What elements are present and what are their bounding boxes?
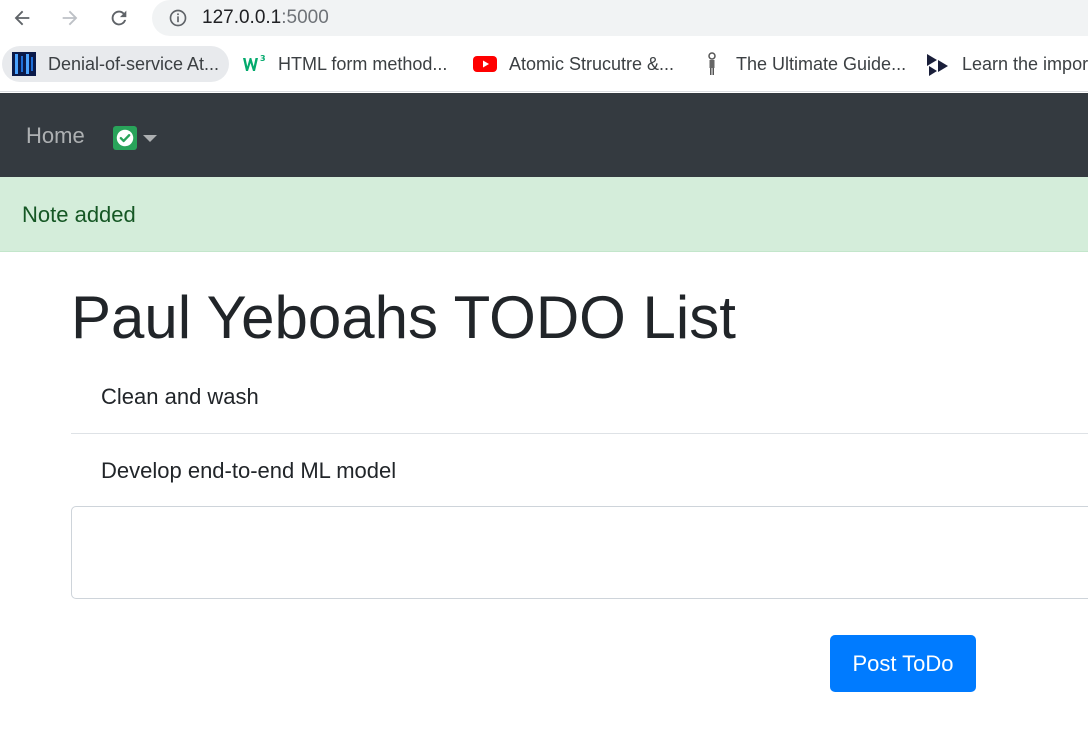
back-button[interactable]: [6, 4, 38, 32]
url-port: :5000: [281, 7, 329, 28]
page-title: Paul Yeboahs TODO List: [71, 284, 736, 351]
bookmark-label: Denial-of-service At...: [48, 53, 220, 74]
bookmark-html-form[interactable]: 3 HTML form method...: [232, 46, 457, 82]
address-bar[interactable]: 127.0.0.1:5000: [152, 0, 1088, 36]
forward-arrow-icon: [62, 10, 78, 26]
bookmark-ultimate-guide[interactable]: The Ultimate Guide...: [690, 46, 916, 82]
todo-item: Develop end-to-end ML model: [101, 458, 397, 483]
success-alert: Note added: [0, 177, 1088, 252]
bookmark-learn-importance[interactable]: Learn the impor: [916, 46, 1088, 82]
reload-button[interactable]: [103, 4, 135, 32]
youtube-icon: [473, 52, 497, 76]
todo-list: Clean and wash Develop end-to-end ML mod…: [71, 360, 1088, 508]
site-navbar: Home: [0, 93, 1088, 177]
bookmarks-bar: Denial-of-service At... 3 HTML form meth…: [0, 40, 1088, 92]
nav-home-link[interactable]: Home: [26, 123, 85, 149]
bookmark-label: The Ultimate Guide...: [736, 53, 907, 74]
w3schools-icon: 3: [242, 52, 266, 76]
todo-item: Clean and wash: [71, 360, 1088, 434]
url-host: 127.0.0.1: [202, 7, 282, 28]
back-arrow-icon: [14, 10, 30, 26]
bookmark-label: Learn the impor: [962, 53, 1088, 74]
bookmark-label: Atomic Strucutre &...: [509, 53, 675, 74]
todo-input[interactable]: [71, 506, 1088, 599]
reload-icon: [111, 10, 127, 26]
nav-dropdown-toggle[interactable]: [113, 126, 157, 150]
bookmark-atomic-structure[interactable]: Atomic Strucutre &...: [463, 46, 684, 82]
bookmark-denial-of-service[interactable]: Denial-of-service At...: [2, 46, 230, 82]
checkbox-icon: [113, 126, 137, 150]
chevron-down-icon: [143, 134, 157, 142]
bookmark-label: HTML form method...: [278, 53, 448, 74]
post-todo-button[interactable]: Post ToDo: [830, 635, 976, 692]
forward-button[interactable]: [54, 4, 86, 32]
info-icon[interactable]: [168, 8, 188, 28]
svg-text:3: 3: [260, 54, 266, 63]
binary-code-icon: [12, 52, 36, 76]
play-logo-icon: [926, 52, 950, 76]
browser-toolbar: 127.0.0.1:5000: [0, 0, 1088, 40]
person-figure-icon: [700, 52, 724, 76]
